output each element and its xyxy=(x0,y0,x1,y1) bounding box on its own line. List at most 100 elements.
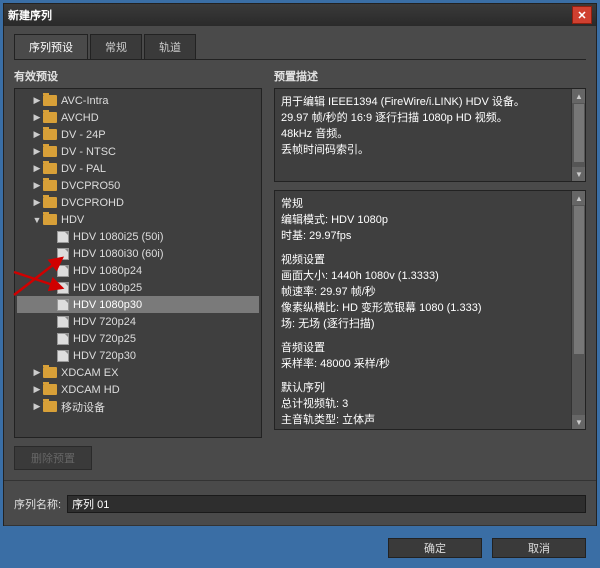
description-bottom: 常规编辑模式: HDV 1080p时基: 29.97fps视频设置画面大小: 1… xyxy=(274,190,586,430)
preset-icon xyxy=(57,282,69,294)
folder-icon xyxy=(43,401,57,412)
scroll-up-icon[interactable]: ▲ xyxy=(572,191,586,205)
folder-item[interactable]: ▶DVCPRO50 xyxy=(17,177,259,194)
item-label: HDV 720p30 xyxy=(73,350,136,362)
item-label: HDV xyxy=(61,214,84,226)
tab-0[interactable]: 序列预设 xyxy=(14,34,88,59)
item-label: HDV 1080p30 xyxy=(73,299,142,311)
desc-line xyxy=(281,371,579,379)
expand-icon: ▶ xyxy=(31,112,43,123)
preset-icon xyxy=(57,231,69,243)
preset-item[interactable]: HDV 1080p24 xyxy=(17,262,259,279)
desc-line: 采样率: 48000 采样/秒 xyxy=(281,355,579,371)
tab-2[interactable]: 轨道 xyxy=(144,34,196,59)
desc-line: 主音轨类型: 立体声 xyxy=(281,411,579,427)
expand-icon: ▶ xyxy=(31,163,43,174)
desc-line: 用于编辑 IEEE1394 (FireWire/i.LINK) HDV 设备。 xyxy=(281,93,579,109)
scroll-down-icon[interactable]: ▼ xyxy=(572,415,586,429)
item-label: HDV 720p25 xyxy=(73,333,136,345)
presets-label: 有效预设 xyxy=(14,68,262,84)
scroll-down-icon[interactable]: ▼ xyxy=(572,167,586,181)
preset-icon xyxy=(57,316,69,328)
folder-item[interactable]: ▼ HDV xyxy=(17,211,259,228)
expand-icon: ▶ xyxy=(31,180,43,191)
desc-line: 画面大小: 1440h 1080v (1.3333) xyxy=(281,267,579,283)
cancel-button[interactable]: 取消 xyxy=(492,538,586,558)
folder-item[interactable]: ▶ DV - NTSC xyxy=(17,143,259,160)
item-label: AVC-Intra xyxy=(61,95,108,107)
preset-item[interactable]: HDV 720p25 xyxy=(17,330,259,347)
item-label: AVCHD xyxy=(61,112,99,124)
folder-icon xyxy=(43,163,57,174)
preset-item[interactable]: HDV 1080p25 xyxy=(17,279,259,296)
item-label: DV - 24P xyxy=(61,129,106,141)
preset-tree[interactable]: ▶AVC-Intra▶AVCHD▶DV - 24P▶DV - NTSC▶DV -… xyxy=(14,88,262,438)
folder-item[interactable]: ▶ XDCAM EX xyxy=(17,364,259,381)
ok-button[interactable]: 确定 xyxy=(388,538,482,558)
titlebar: 新建序列 ✕ xyxy=(4,4,596,26)
folder-item[interactable]: ▶移动设备 xyxy=(17,398,259,415)
preset-item[interactable]: HDV 1080i30 (60i) xyxy=(17,245,259,262)
item-label: XDCAM HD xyxy=(61,384,120,396)
preset-item[interactable]: HDV 720p30 xyxy=(17,347,259,364)
desc-line: 帧速率: 29.97 帧/秒 xyxy=(281,283,579,299)
folder-item[interactable]: ▶ DV - PAL xyxy=(17,160,259,177)
folder-item[interactable]: ▶ AVCHD xyxy=(17,109,259,126)
sequence-name-input[interactable] xyxy=(67,495,586,513)
folder-item[interactable]: ▶DV - 24P xyxy=(17,126,259,143)
desc-line: 音频设置 xyxy=(281,339,579,355)
item-label: DV - NTSC xyxy=(61,146,116,158)
desc-line: 48kHz 音频。 xyxy=(281,125,579,141)
desc-line: 编辑模式: HDV 1080p xyxy=(281,211,579,227)
desc-line: 场: 无场 (逐行扫描) xyxy=(281,315,579,331)
item-label: HDV 1080p25 xyxy=(73,282,142,294)
item-label: HDV 720p24 xyxy=(73,316,136,328)
folder-icon xyxy=(43,95,57,106)
scroll-thumb[interactable] xyxy=(573,205,585,355)
folder-icon xyxy=(43,384,57,395)
tab-1[interactable]: 常规 xyxy=(90,34,142,59)
desc-line: 常规 xyxy=(281,195,579,211)
preset-icon xyxy=(57,265,69,277)
desc-line: 总计视频轨: 3 xyxy=(281,395,579,411)
sequence-name-label: 序列名称: xyxy=(14,496,61,512)
expand-icon: ▶ xyxy=(31,146,43,157)
folder-icon xyxy=(43,367,57,378)
desc-line: 像素纵横比: HD 变形宽银幕 1080 (1.333) xyxy=(281,299,579,315)
desc-line: 时基: 29.97fps xyxy=(281,227,579,243)
scroll-thumb[interactable] xyxy=(573,103,585,163)
expand-icon: ▶ xyxy=(31,95,43,106)
scrollbar[interactable]: ▲ ▼ xyxy=(571,89,585,181)
preset-icon xyxy=(57,350,69,362)
folder-icon xyxy=(43,180,57,191)
desc-line: 单声道轨: 0 xyxy=(281,427,579,430)
tab-bar: 序列预设常规轨道 xyxy=(14,34,586,60)
folder-icon xyxy=(43,112,57,123)
item-label: DVCPROHD xyxy=(61,197,124,209)
window-title: 新建序列 xyxy=(8,7,572,23)
folder-item[interactable]: ▶DVCPROHD xyxy=(17,194,259,211)
folder-icon xyxy=(43,146,57,157)
expand-icon: ▶ xyxy=(31,384,43,395)
close-button[interactable]: ✕ xyxy=(572,6,592,24)
desc-line: 默认序列 xyxy=(281,379,579,395)
preset-item[interactable]: HDV 720p24 xyxy=(17,313,259,330)
item-label: HDV 1080i30 (60i) xyxy=(73,248,164,260)
folder-item[interactable]: ▶ AVC-Intra xyxy=(17,92,259,109)
desc-line: 丢帧时间码索引。 xyxy=(281,141,579,157)
description-label: 预置描述 xyxy=(274,68,586,84)
folder-icon xyxy=(43,214,57,225)
scrollbar[interactable]: ▲ ▼ xyxy=(571,191,585,429)
preset-item[interactable]: HDV 1080i25 (50i) xyxy=(17,228,259,245)
item-label: XDCAM EX xyxy=(61,367,118,379)
expand-icon: ▶ xyxy=(31,401,43,412)
folder-item[interactable]: ▶ XDCAM HD xyxy=(17,381,259,398)
item-label: DV - PAL xyxy=(61,163,106,175)
preset-item[interactable]: HDV 1080p30 xyxy=(17,296,259,313)
preset-icon xyxy=(57,299,69,311)
expand-icon: ▶ xyxy=(31,367,43,378)
desc-line xyxy=(281,331,579,339)
collapse-icon: ▼ xyxy=(31,215,43,225)
scroll-up-icon[interactable]: ▲ xyxy=(572,89,586,103)
desc-line: 29.97 帧/秒的 16:9 逐行扫描 1080p HD 视频。 xyxy=(281,109,579,125)
